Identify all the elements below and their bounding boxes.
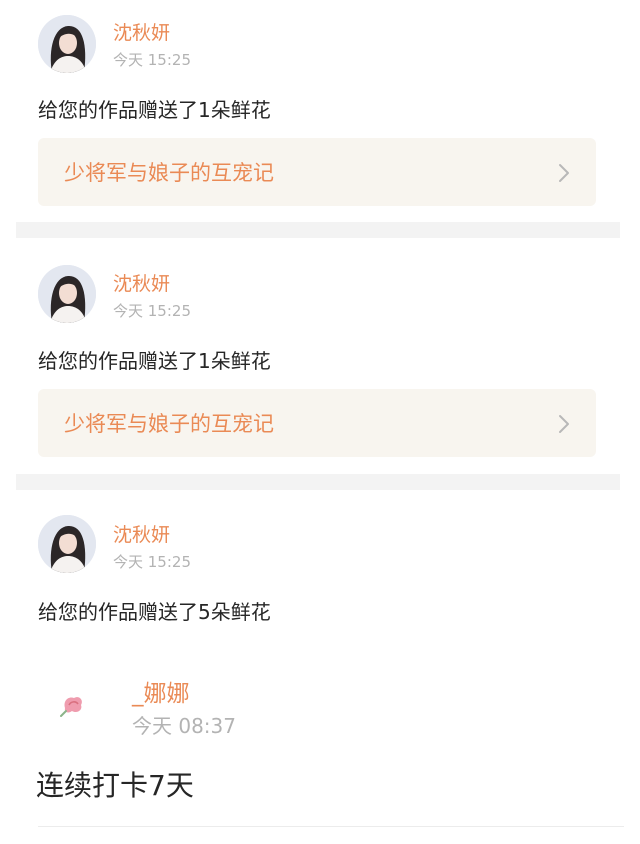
work-link-card[interactable]: 少将军与娘子的互宠记 xyxy=(38,389,596,457)
gift-notification: 沈秋妍 今天 15:25 给您的作品赠送了1朵鲜花 少将军与娘子的互宠记 xyxy=(0,0,640,222)
chevron-right-icon xyxy=(559,164,569,182)
gift-message: 给您的作品赠送了1朵鲜花 xyxy=(38,349,271,373)
comment-text: 连续打卡7天 xyxy=(36,769,194,802)
gift-notification: 沈秋妍 今天 15:25 给您的作品赠送了5朵鲜花 xyxy=(0,490,640,630)
gift-message: 给您的作品赠送了1朵鲜花 xyxy=(38,98,271,122)
timestamp: 今天 15:25 xyxy=(113,302,191,320)
section-divider xyxy=(16,222,620,238)
timestamp: 今天 08:37 xyxy=(132,714,236,738)
gift-message: 给您的作品赠送了5朵鲜花 xyxy=(38,600,271,624)
timestamp: 今天 15:25 xyxy=(113,553,191,571)
flower-icon[interactable] xyxy=(56,686,90,720)
timestamp: 今天 15:25 xyxy=(113,51,191,69)
user-name[interactable]: 沈秋妍 xyxy=(113,269,170,296)
work-title: 少将军与娘子的互宠记 xyxy=(64,412,274,436)
work-link-card[interactable]: 少将军与娘子的互宠记 xyxy=(38,138,596,206)
bottom-divider xyxy=(38,826,624,827)
work-title: 少将军与娘子的互宠记 xyxy=(64,161,274,185)
section-divider xyxy=(16,474,620,490)
gift-notification: 沈秋妍 今天 15:25 给您的作品赠送了1朵鲜花 少将军与娘子的互宠记 xyxy=(0,238,640,474)
chevron-right-icon xyxy=(559,415,569,433)
user-name[interactable]: 沈秋妍 xyxy=(113,18,170,45)
avatar[interactable] xyxy=(38,15,96,73)
notification-feed: 沈秋妍 今天 15:25 给您的作品赠送了1朵鲜花 少将军与娘子的互宠记 沈秋妍… xyxy=(0,0,640,844)
user-name[interactable]: 沈秋妍 xyxy=(113,520,170,547)
avatar[interactable] xyxy=(38,515,96,573)
avatar[interactable] xyxy=(38,265,96,323)
user-name[interactable]: _娜娜 xyxy=(132,674,190,708)
